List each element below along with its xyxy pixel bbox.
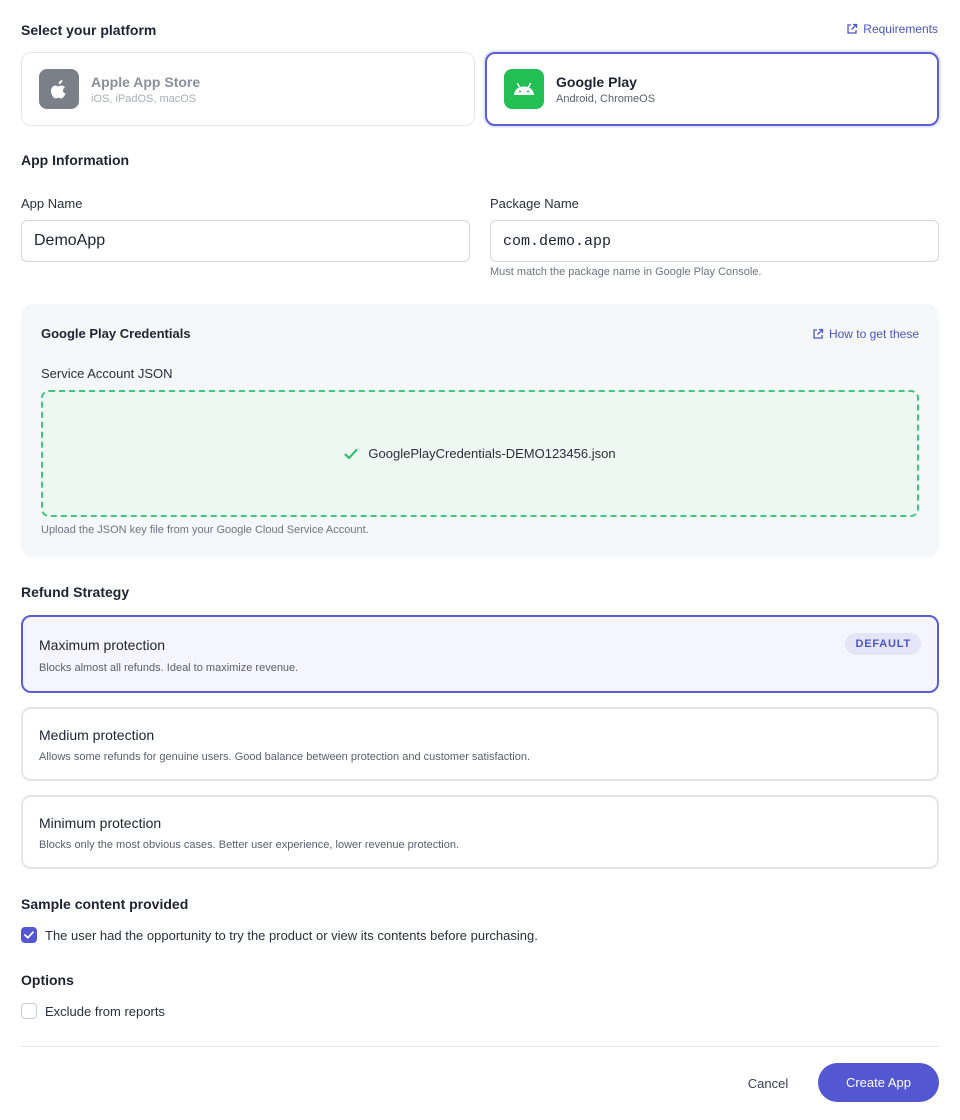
checkmark-icon [24, 931, 34, 939]
json-upload-dropzone[interactable]: GooglePlayCredentials-DEMO123456.json [41, 390, 919, 517]
platform-option-apple[interactable]: Apple App Store iOS, iPadOS, macOS [21, 52, 475, 126]
sample-section-title: Sample content provided [21, 896, 189, 912]
exclude-reports-row[interactable]: Exclude from reports [21, 1003, 165, 1019]
package-name-helper: Must match the package name in Google Pl… [490, 266, 762, 278]
refund-option-medium[interactable]: Medium protection Allows some refunds fo… [21, 707, 939, 781]
refund-option-maximum[interactable]: Maximum protection Blocks almost all ref… [21, 615, 939, 693]
refund-option-title: Medium protection [39, 727, 155, 743]
platform-name-google-play: Google Play [556, 73, 637, 90]
how-to-get-link[interactable]: How to get these [812, 327, 919, 341]
credentials-helper: Upload the JSON key file from your Googl… [41, 524, 369, 536]
app-info-section-title: App Information [21, 152, 130, 168]
refund-option-description: Blocks almost all refunds. Ideal to maxi… [39, 662, 299, 674]
check-icon [344, 448, 358, 459]
requirements-link-label: Requirements [863, 22, 938, 36]
refund-option-title: Maximum protection [39, 637, 166, 653]
android-icon [504, 69, 544, 109]
refund-section-title: Refund Strategy [21, 584, 130, 600]
package-name-input[interactable]: com.demo.app [490, 220, 939, 262]
sample-content-label: The user had the opportunity to try the … [45, 927, 538, 943]
external-link-icon [813, 328, 824, 339]
exclude-reports-checkbox[interactable] [21, 1003, 37, 1019]
exclude-reports-label: Exclude from reports [45, 1003, 165, 1019]
platform-name-apple: Apple App Store [91, 73, 201, 90]
platform-section-title: Select your platform [21, 22, 157, 38]
package-name-value: com.demo.app [503, 232, 612, 250]
app-name-label: App Name [21, 196, 83, 211]
how-to-get-link-label: How to get these [828, 327, 919, 341]
options-section-title: Options [21, 972, 74, 988]
app-name-value: DemoApp [34, 232, 106, 249]
refund-option-description: Blocks only the most obvious cases. Bett… [39, 839, 460, 851]
platform-subtitle-google-play: Android, ChromeOS [556, 92, 656, 105]
sample-content-row[interactable]: The user had the opportunity to try the … [21, 927, 538, 943]
credentials-panel: Google Play Credentials How to get these… [21, 304, 939, 557]
external-link-icon [847, 23, 858, 34]
uploaded-file-name: GooglePlayCredentials-DEMO123456.json [368, 446, 616, 461]
package-name-label: Package Name [490, 196, 579, 211]
apple-icon [39, 69, 79, 109]
refund-option-minimum[interactable]: Minimum protection Blocks only the most … [21, 795, 939, 869]
cancel-button[interactable]: Cancel [728, 1066, 808, 1100]
service-account-label: Service Account JSON [41, 366, 173, 381]
requirements-link[interactable]: Requirements [846, 22, 938, 36]
footer-divider [21, 1046, 939, 1047]
create-app-button[interactable]: Create App [818, 1063, 939, 1102]
default-badge: DEFAULT [845, 633, 921, 655]
platform-option-google-play[interactable]: Google Play Android, ChromeOS [485, 52, 939, 126]
refund-option-description: Allows some refunds for genuine users. G… [39, 751, 530, 763]
sample-content-checkbox[interactable] [21, 927, 37, 943]
platform-subtitle-apple: iOS, iPadOS, macOS [91, 92, 197, 105]
credentials-title: Google Play Credentials [41, 326, 191, 341]
app-name-input[interactable]: DemoApp [21, 220, 470, 262]
refund-option-title: Minimum protection [39, 815, 162, 831]
